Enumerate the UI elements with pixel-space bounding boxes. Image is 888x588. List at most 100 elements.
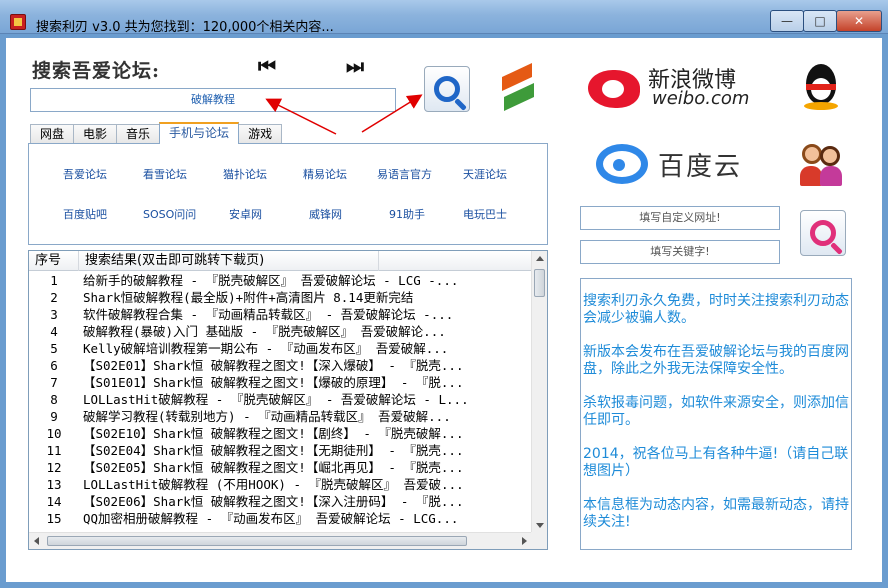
forum-link[interactable]: 吾爱论坛 [63, 166, 107, 182]
forum-link[interactable]: 天涯论坛 [463, 166, 507, 182]
table-row[interactable]: 4 破解教程(暴破)入门 基础版 - 『脱壳破解区』 吾爱破解论... [29, 323, 532, 340]
column-index-header[interactable]: 序号 [29, 251, 79, 271]
row-title: 【S01E01】Shark恒 破解教程之图文!【爆破的原理】 - 『脱... [83, 375, 464, 390]
tab-mobile-forums[interactable]: 手机与论坛 [159, 122, 240, 144]
scroll-up-icon[interactable] [536, 256, 544, 261]
weibo-url: weibo.com [652, 88, 750, 109]
tab-movies[interactable]: 电影 [73, 124, 118, 144]
row-title: 【S02E04】Shark恒 破解教程之图文!【无期徒刑】 - 『脱壳... [83, 443, 464, 458]
title-bar: 搜索利刃 v3.0 共为您找到：120,000个相关内容... — □ ✕ [0, 0, 888, 35]
vertical-scrollbar[interactable] [531, 251, 547, 533]
table-row[interactable]: 12 【S02E05】Shark恒 破解教程之图文!【崛北再见】 - 『脱壳... [29, 459, 532, 476]
row-title: 给新手的破解教程 - 『脱壳破解区』 吾爱破解论坛 - LCG -... [83, 273, 459, 288]
column-title-header[interactable]: 搜索结果(双击即可跳转下载页) [79, 251, 379, 271]
table-row[interactable]: 8 LOLLastHit破解教程 - 『脱壳破解区』 - 吾爱破解论坛 - L..… [29, 391, 532, 408]
table-row[interactable]: 10 【S02E10】Shark恒 破解教程之图文!【剧终】 - 『脱壳破解... [29, 425, 532, 442]
row-index: 3 [50, 307, 58, 322]
close-button[interactable]: ✕ [836, 10, 882, 32]
keyword-field[interactable]: 填写关键字! [580, 240, 780, 264]
table-row[interactable]: 1 给新手的破解教程 - 『脱壳破解区』 吾爱破解论坛 - LCG -... [29, 272, 532, 289]
row-title: QQ加密相册破解教程 - 『动画发布区』 吾爱破解论坛 - LCG... [83, 511, 459, 526]
weibo-eye-icon [588, 70, 640, 108]
scroll-thumb[interactable] [47, 536, 467, 546]
row-title: 破解学习教程(转载别地方) - 『动画精品转载区』 吾爱破解... [83, 409, 451, 424]
row-index: 15 [46, 511, 62, 526]
forum-link[interactable]: 易语言官方 [377, 166, 432, 182]
search-heading: 搜索吾爱论坛: [32, 60, 161, 82]
table-row[interactable]: 15 QQ加密相册破解教程 - 『动画发布区』 吾爱破解论坛 - LCG... [29, 510, 532, 527]
row-index: 4 [50, 324, 58, 339]
info-line: 新版本会发布在吾爱破解论坛与我的百度网盘，除此之外我无法保障安全性。 [583, 344, 849, 377]
row-index: 9 [50, 409, 58, 424]
scroll-left-icon[interactable] [34, 537, 39, 545]
baiduyun-name: 百度云 [658, 152, 743, 182]
row-index: 12 [46, 460, 62, 475]
table-row[interactable]: 3 软件破解教程合集 - 『动画精品转载区』 - 吾爱破解论坛 -... [29, 306, 532, 323]
people-icon[interactable] [798, 140, 846, 188]
qq-penguin-icon[interactable] [798, 62, 844, 112]
forum-link[interactable]: 百度贴吧 [63, 206, 107, 222]
row-title: 【S02E05】Shark恒 破解教程之图文!【崛北再见】 - 『脱壳... [83, 460, 464, 475]
row-title: 软件破解教程合集 - 『动画精品转载区』 - 吾爱破解论坛 -... [83, 307, 454, 322]
next-icon[interactable]: ⏭ [346, 54, 364, 78]
forum-link[interactable]: 威锋网 [309, 206, 342, 222]
row-title: 破解教程(暴破)入门 基础版 - 『脱壳破解区』 吾爱破解论... [83, 324, 446, 339]
row-index: 11 [46, 443, 62, 458]
row-index: 6 [50, 358, 58, 373]
row-title: LOLLastHit破解教程 - 『脱壳破解区』 - 吾爱破解论坛 - L... [83, 392, 469, 407]
table-row[interactable]: 7 【S01E01】Shark恒 破解教程之图文!【爆破的原理】 - 『脱... [29, 374, 532, 391]
table-row[interactable]: 14 【S02E06】Shark恒 破解教程之图文!【深入注册码】 - 『脱... [29, 493, 532, 510]
row-index: 2 [50, 290, 58, 305]
row-title: 【S02E06】Shark恒 破解教程之图文!【深入注册码】 - 『脱... [83, 494, 464, 509]
forum-link[interactable]: 电玩巴士 [463, 206, 507, 222]
scroll-thumb[interactable] [534, 269, 545, 297]
search-icon [810, 220, 836, 246]
table-row[interactable]: 11 【S02E04】Shark恒 破解教程之图文!【无期徒刑】 - 『脱壳... [29, 442, 532, 459]
swap-arrows-icon[interactable] [498, 63, 538, 111]
tab-netdisk[interactable]: 网盘 [30, 124, 75, 144]
table-row[interactable]: 9 破解学习教程(转载别地方) - 『动画精品转载区』 吾爱破解... [29, 408, 532, 425]
row-title: LOLLastHit破解教程 (不用HOOK) - 『脱壳破解区』 吾爱破... [83, 477, 464, 492]
weibo-logo[interactable]: 新浪微博 weibo.com [586, 58, 776, 114]
table-row[interactable]: 13 LOLLastHit破解教程 (不用HOOK) - 『脱壳破解区』 吾爱破.… [29, 476, 532, 493]
baiduyun-logo[interactable]: 百度云 [592, 136, 772, 192]
table-row[interactable]: 6 【S02E01】Shark恒 破解教程之图文!【深入爆破】 - 『脱壳... [29, 357, 532, 374]
maximize-button[interactable]: □ [803, 10, 837, 32]
scroll-down-icon[interactable] [536, 523, 544, 528]
tab-games[interactable]: 游戏 [238, 124, 283, 144]
row-index: 8 [50, 392, 58, 407]
row-title: Shark恒破解教程(最全版)+附件+高清图片 8.14更新完结 [83, 290, 414, 305]
result-rows: 1 给新手的破解教程 - 『脱壳破解区』 吾爱破解论坛 - LCG -... 2 Sh… [29, 272, 532, 527]
info-line: 本信息框为动态内容，如需最新动态，请持续关注! [583, 497, 849, 530]
info-line: 搜索利刃永久免费，时时关注搜索利刃动态会减少被骗人数。 [583, 293, 849, 326]
search-button[interactable] [424, 66, 470, 112]
tab-music[interactable]: 音乐 [116, 124, 161, 144]
scroll-corner [531, 532, 547, 549]
row-index: 14 [46, 494, 62, 509]
previous-icon[interactable]: ⏮ [258, 54, 276, 78]
row-title: Kelly破解培训教程第一期公布 - 『动画发布区』 吾爱破解... [83, 341, 449, 356]
custom-search-button[interactable] [800, 210, 846, 256]
row-index: 10 [46, 426, 62, 441]
forum-link[interactable]: 猫扑论坛 [223, 166, 267, 182]
keyword-input[interactable]: 破解教程 [30, 88, 396, 112]
custom-url-input[interactable]: 填写自定义网址! [580, 206, 780, 230]
forum-link[interactable]: 看雪论坛 [143, 166, 187, 182]
forum-link[interactable]: 91助手 [389, 206, 425, 222]
table-row[interactable]: 2 Shark恒破解教程(最全版)+附件+高清图片 8.14更新完结 [29, 289, 532, 306]
scroll-right-icon[interactable] [522, 537, 527, 545]
row-index: 7 [50, 375, 58, 390]
window-title: 搜索利刃 v3.0 共为您找到：120,000个相关内容... [36, 20, 334, 35]
app-icon [10, 14, 26, 30]
row-title: 【S02E01】Shark恒 破解教程之图文!【深入爆破】 - 『脱壳... [83, 358, 464, 373]
list-header: 序号 搜索结果(双击即可跳转下载页) [29, 251, 532, 271]
forum-link[interactable]: 安卓网 [229, 206, 262, 222]
table-row[interactable]: 5 Kelly破解培训教程第一期公布 - 『动画发布区』 吾爱破解... [29, 340, 532, 357]
forum-link[interactable]: 精易论坛 [303, 166, 347, 182]
minimize-button[interactable]: — [770, 10, 804, 32]
row-index: 5 [50, 341, 58, 356]
row-index: 13 [46, 477, 62, 492]
horizontal-scrollbar[interactable] [29, 532, 532, 549]
results-list[interactable]: 序号 搜索结果(双击即可跳转下载页) 1 给新手的破解教程 - 『脱壳破解区』 吾… [28, 250, 548, 550]
forum-link[interactable]: SOSO问问 [143, 206, 196, 222]
